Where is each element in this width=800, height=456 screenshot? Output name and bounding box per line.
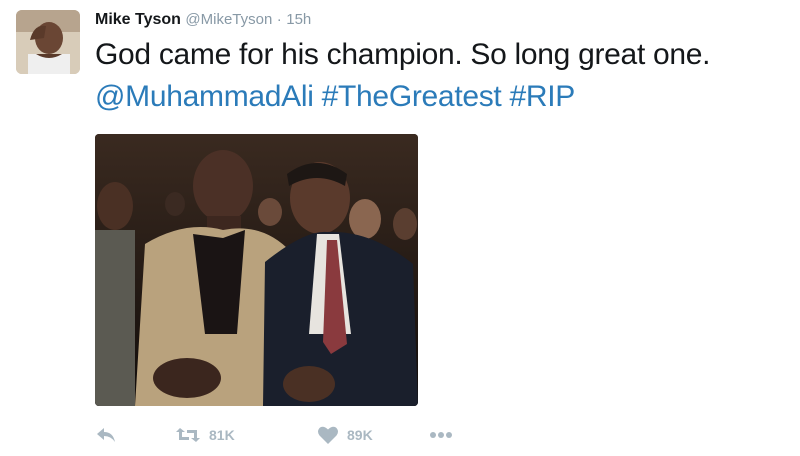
hashtag-link-rip[interactable]: #RIP (510, 80, 576, 113)
author-handle[interactable]: @MikeTyson (185, 11, 272, 28)
reply-icon (97, 428, 115, 442)
tweet-header: Mike Tyson @MikeTyson · 15h (95, 10, 311, 30)
tweet-body-text: God came for his champion. So long great… (95, 38, 711, 71)
tweet-text: God came for his champion. So long great… (95, 34, 785, 118)
retweet-icon (176, 428, 200, 442)
tweet-photo[interactable] (95, 134, 418, 406)
retweet-button[interactable]: 81K (175, 420, 235, 450)
separator-dot: · (276, 11, 282, 28)
more-icon (430, 432, 452, 438)
mention-link[interactable]: @MuhammadAli (95, 80, 314, 113)
hashtag-link-thegreatest[interactable]: #TheGreatest (322, 80, 502, 113)
like-button[interactable]: 89K (317, 420, 373, 450)
photo-image (95, 134, 418, 406)
more-button[interactable] (429, 420, 453, 450)
tweet-actions: 81K 89K (95, 420, 495, 450)
author-name[interactable]: Mike Tyson (95, 11, 181, 28)
timestamp[interactable]: 15h (286, 11, 311, 28)
avatar-image (16, 10, 80, 74)
reply-button[interactable] (95, 420, 117, 450)
heart-icon (318, 426, 338, 444)
like-count: 89K (347, 427, 373, 443)
retweet-count: 81K (209, 427, 235, 443)
avatar[interactable] (16, 10, 80, 74)
